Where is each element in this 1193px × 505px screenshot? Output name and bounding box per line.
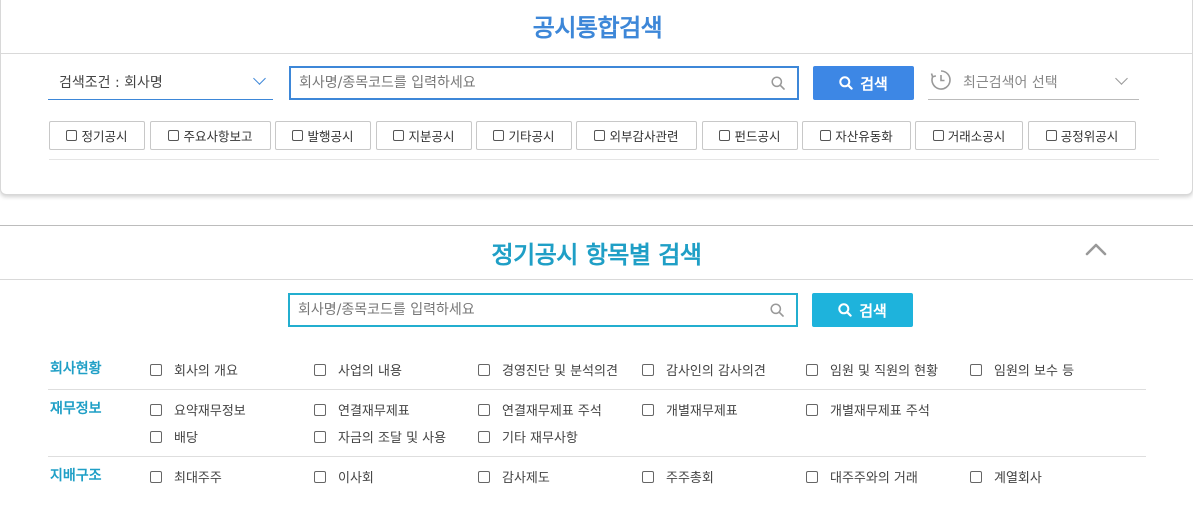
item-checkbox[interactable]: 사업의 내용 (314, 360, 402, 379)
checkbox-icon (150, 470, 162, 483)
item-checkbox[interactable]: 감사인의 감사의견 (642, 360, 766, 379)
search-icon (838, 303, 852, 317)
checkbox-icon (478, 430, 490, 443)
unified-search-input[interactable] (291, 68, 797, 98)
item-checkbox[interactable]: 요약재무정보 (150, 400, 246, 419)
periodic-search-panel: 정기공시 항목별 검색 검색 회사현황 회사의 개요 사업의 내용 경영진단 및… (0, 225, 1193, 505)
item-checkbox[interactable]: 연결재무제표 (314, 400, 410, 419)
history-clock-icon (930, 70, 951, 90)
filter-asset-securitization[interactable]: 자산유동화 (802, 121, 911, 150)
recent-search-label: 최근검색어 선택 (963, 75, 1058, 91)
unified-search-panel: 공시통합검색 검색조건 : 회사명 검색 최근검색어 선택 정기공시 주요사항보… (0, 0, 1193, 195)
checkbox-icon (820, 130, 832, 141)
checkbox-icon (168, 130, 180, 141)
checkbox-icon (970, 470, 982, 483)
checkbox-icon (594, 130, 606, 141)
item-checkbox[interactable]: 대주주와의 거래 (806, 467, 918, 486)
category-governance: 지배구조 (50, 468, 102, 484)
checkbox-icon (393, 130, 405, 141)
item-checkbox[interactable]: 임원 및 직원의 현황 (806, 360, 938, 379)
item-checkbox[interactable]: 개별재무제표 주석 (806, 400, 930, 419)
checkbox-icon (314, 363, 326, 376)
search-condition-label: 검색조건 : 회사명 (59, 75, 163, 91)
item-checkbox[interactable]: 이사회 (314, 467, 374, 486)
item-checkbox[interactable]: 연결재무제표 주석 (478, 400, 602, 419)
item-checkbox[interactable]: 자금의 조달 및 사용 (314, 427, 446, 446)
search-icon (771, 76, 785, 90)
checkbox-icon (314, 430, 326, 443)
checkbox-icon (314, 470, 326, 483)
item-checkbox[interactable]: 감사제도 (478, 467, 550, 486)
filter-major-report[interactable]: 주요사항보고 (150, 121, 271, 150)
checkbox-icon (642, 363, 654, 376)
chevron-down-icon (1115, 72, 1128, 85)
checkbox-icon (642, 470, 654, 483)
filter-other[interactable]: 기타공시 (476, 121, 572, 150)
checkbox-icon (493, 130, 505, 141)
search-button-label: 검색 (860, 74, 888, 93)
periodic-search-button[interactable]: 검색 (812, 293, 913, 327)
checkbox-icon (642, 403, 654, 416)
unified-search-title: 공시통합검색 (532, 14, 663, 42)
item-checkbox[interactable]: 최대주주 (150, 467, 222, 486)
divider (0, 279, 1193, 280)
checkbox-icon (1045, 130, 1057, 141)
item-checkbox[interactable]: 계열회사 (970, 467, 1042, 486)
periodic-search-box (288, 293, 798, 327)
checkbox-icon (478, 403, 490, 416)
chevron-down-icon (253, 72, 266, 85)
checkbox-icon (719, 130, 731, 141)
filter-exchange[interactable]: 거래소공시 (915, 121, 1023, 150)
item-checkbox[interactable]: 주주총회 (642, 467, 714, 486)
divider (49, 159, 1159, 160)
search-icon (770, 303, 784, 317)
item-checkbox[interactable]: 경영진단 및 분석의견 (478, 360, 618, 379)
periodic-search-input[interactable] (290, 295, 796, 325)
checkbox-icon (806, 363, 818, 376)
periodic-search-title: 정기공시 항목별 검색 (491, 241, 702, 269)
checkbox-icon (150, 430, 162, 443)
category-financial-info: 재무정보 (50, 401, 102, 417)
chevron-up-icon[interactable] (1085, 241, 1107, 257)
item-checkbox[interactable]: 배당 (150, 427, 198, 446)
divider (48, 389, 1146, 390)
search-icon (839, 76, 853, 90)
unified-search-box (289, 66, 799, 100)
checkbox-icon (806, 403, 818, 416)
checkbox-icon (932, 130, 944, 141)
checkbox-icon (970, 363, 982, 376)
divider (48, 456, 1146, 457)
checkbox-icon (806, 470, 818, 483)
filter-regular[interactable]: 정기공시 (49, 121, 145, 150)
checkbox-icon (150, 403, 162, 416)
category-company-status: 회사현황 (50, 361, 102, 377)
divider (1, 53, 1193, 54)
filter-issuance[interactable]: 발행공시 (275, 121, 371, 150)
checkbox-icon (478, 470, 490, 483)
checkbox-icon (292, 130, 304, 141)
item-checkbox[interactable]: 임원의 보수 등 (970, 360, 1074, 379)
filter-ftc[interactable]: 공정위공시 (1028, 121, 1136, 150)
filter-equity[interactable]: 지분공시 (376, 121, 472, 150)
search-condition-select[interactable]: 검색조건 : 회사명 (48, 64, 273, 100)
checkbox-icon (314, 403, 326, 416)
checkbox-icon (150, 363, 162, 376)
filter-fund[interactable]: 펀드공시 (702, 121, 798, 150)
filter-external-audit[interactable]: 외부감사관련 (576, 121, 697, 150)
item-checkbox[interactable]: 개별재무제표 (642, 400, 738, 419)
recent-search-select[interactable]: 최근검색어 선택 (928, 64, 1139, 100)
checkbox-icon (66, 130, 78, 141)
search-button-label: 검색 (859, 301, 887, 320)
item-checkbox[interactable]: 기타 재무사항 (478, 427, 578, 446)
checkbox-icon (478, 363, 490, 376)
unified-search-button[interactable]: 검색 (813, 66, 914, 100)
item-checkbox[interactable]: 회사의 개요 (150, 360, 238, 379)
